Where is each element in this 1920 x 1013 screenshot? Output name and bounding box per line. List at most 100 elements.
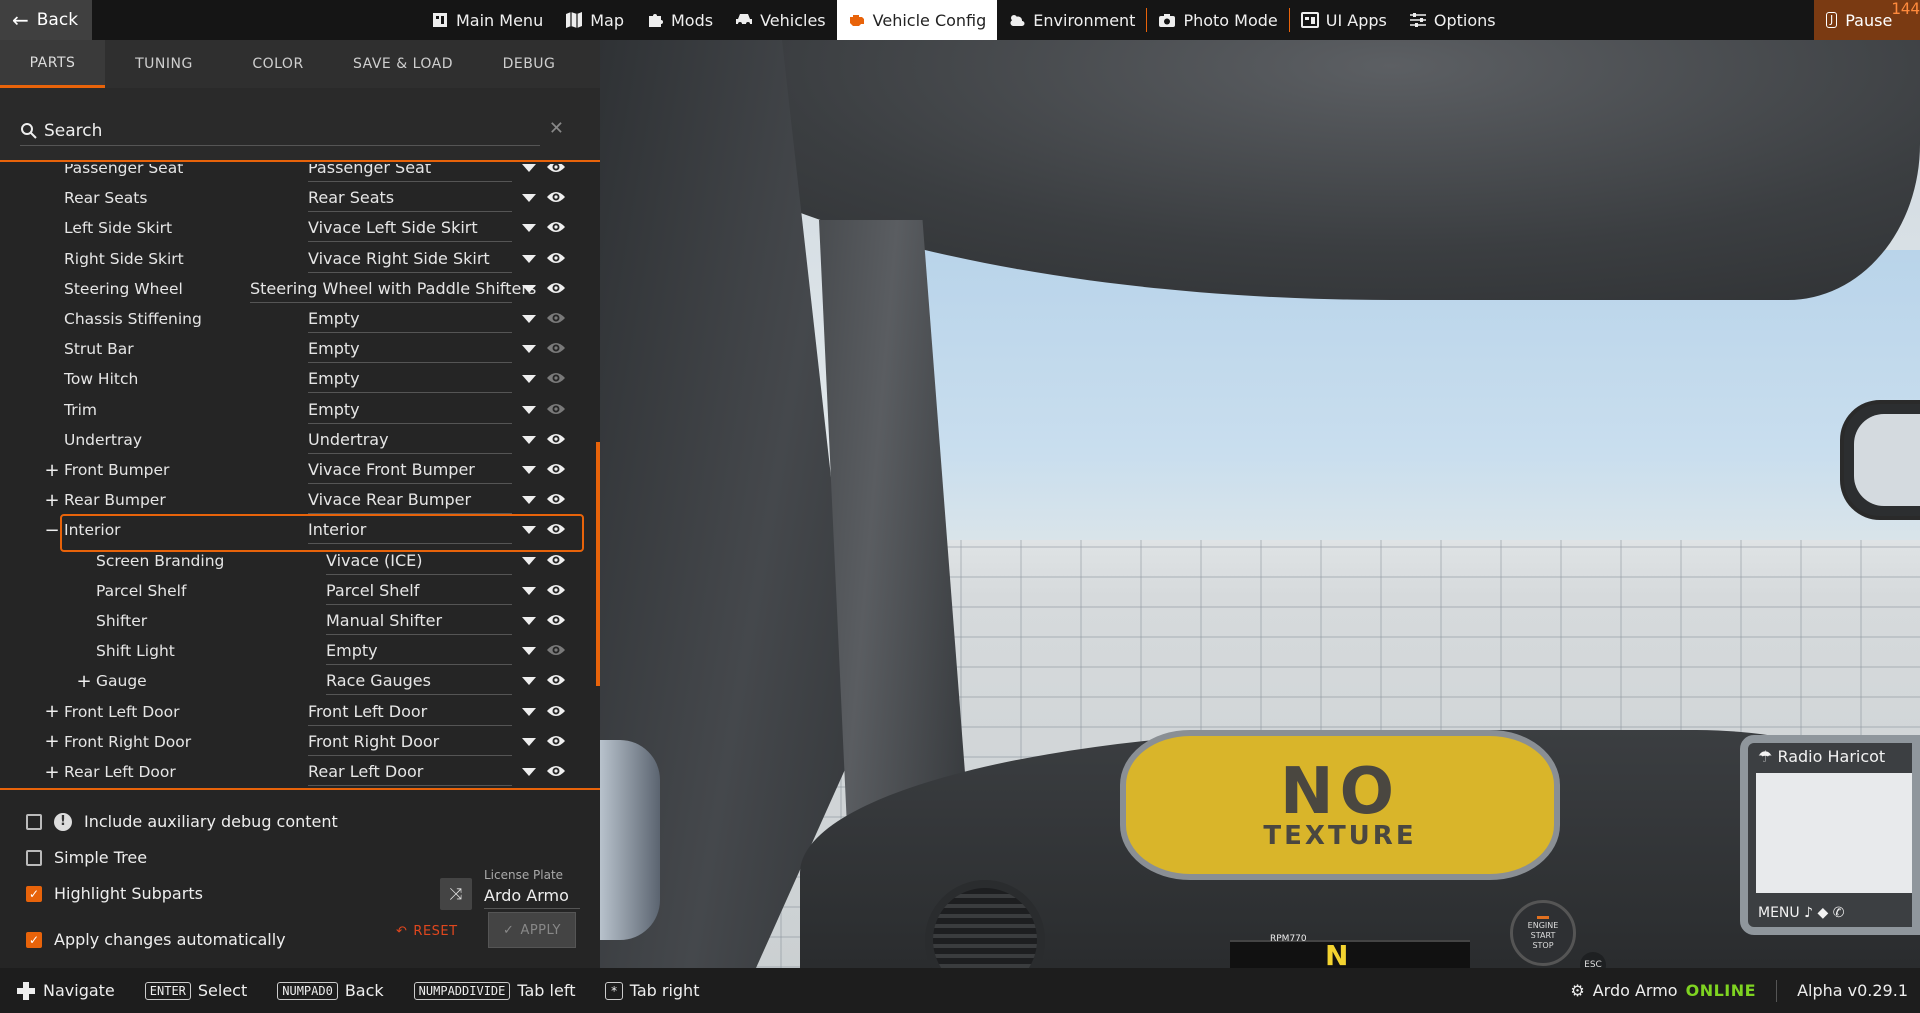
reset-button[interactable]: ↶ RESET [396, 924, 458, 939]
tab-tuning[interactable]: TUNING [105, 40, 223, 88]
visibility-eye-icon[interactable] [546, 401, 566, 417]
dropdown-caret-icon[interactable] [522, 315, 536, 323]
dropdown-caret-icon[interactable] [522, 647, 536, 656]
part-row[interactable]: + Front Bumper Vivace Front Bumper [0, 455, 590, 485]
visibility-eye-icon[interactable] [546, 521, 566, 537]
dropdown-caret-icon[interactable] [522, 677, 536, 686]
part-select[interactable]: Front Left Door [308, 698, 512, 726]
part-row[interactable]: Strut Bar Empty [0, 334, 590, 364]
visibility-eye-icon[interactable] [546, 733, 566, 749]
part-row[interactable]: Trim Empty [0, 395, 590, 425]
part-select[interactable]: Empty [326, 637, 512, 666]
visibility-eye-icon[interactable] [546, 491, 566, 507]
part-select[interactable]: Rear Seats [308, 184, 512, 213]
visibility-eye-icon[interactable] [546, 461, 566, 477]
visibility-eye-icon[interactable] [546, 250, 566, 266]
visibility-eye-icon[interactable] [546, 370, 566, 386]
dropdown-caret-icon[interactable] [522, 768, 536, 776]
part-select[interactable]: Passenger Seat [308, 164, 512, 182]
part-select[interactable]: Steering Wheel with Paddle Shifters [250, 275, 536, 303]
apply-button[interactable]: ✓ APPLY [488, 912, 576, 948]
highlight-subparts-checkbox[interactable]: ✓ [26, 885, 42, 902]
part-row[interactable]: Steering Wheel Steering Wheel with Paddle… [0, 274, 590, 304]
part-select[interactable]: Rear Left Door [308, 758, 512, 786]
expand-icon[interactable]: + [44, 762, 60, 783]
part-row[interactable]: Parcel Shelf Parcel Shelf [0, 576, 590, 606]
aux-debug-option[interactable]: ! Include auxiliary debug content [26, 812, 338, 831]
dropdown-caret-icon[interactable] [522, 526, 536, 535]
part-select[interactable]: Vivace Front Bumper [308, 456, 512, 484]
part-row[interactable]: Left Side Skirt Vivace Left Side Skirt [0, 213, 590, 243]
part-select[interactable]: Empty [308, 396, 512, 424]
visibility-eye-icon[interactable] [546, 763, 566, 779]
dropdown-caret-icon[interactable] [522, 586, 536, 595]
visibility-eye-icon[interactable] [546, 582, 566, 598]
part-row[interactable]: Passenger Seat Passenger Seat [0, 164, 590, 183]
part-select[interactable]: Vivace Left Side Skirt [308, 214, 512, 243]
dropdown-caret-icon[interactable] [522, 556, 536, 565]
visibility-eye-icon[interactable] [546, 552, 566, 568]
dropdown-caret-icon[interactable] [522, 284, 536, 293]
dropdown-caret-icon[interactable] [522, 194, 536, 203]
expand-icon[interactable]: + [76, 671, 92, 692]
search-input[interactable]: Search [20, 116, 540, 146]
visibility-eye-icon[interactable] [546, 189, 566, 205]
part-select[interactable]: Vivace Right Side Skirt [308, 245, 512, 273]
part-row[interactable]: Undertray Undertray [0, 425, 590, 455]
part-select[interactable]: Empty [308, 305, 512, 333]
expand-icon[interactable]: + [44, 490, 60, 511]
dropdown-caret-icon[interactable] [522, 345, 536, 354]
visibility-eye-icon[interactable] [546, 340, 566, 356]
dropdown-caret-icon[interactable] [522, 496, 536, 505]
clear-search-icon[interactable]: ✕ [549, 118, 564, 139]
dropdown-caret-icon[interactable] [522, 707, 536, 716]
part-select[interactable]: Empty [308, 365, 512, 394]
part-select[interactable]: Vivace (ICE) [326, 547, 512, 575]
visibility-eye-icon[interactable] [546, 310, 566, 326]
part-row[interactable]: + Gauge Race Gauges [0, 666, 590, 696]
nav-vehicles[interactable]: Vehicles [724, 0, 837, 40]
part-select[interactable]: Undertray [308, 426, 512, 454]
part-row[interactable]: − Interior Interior [0, 514, 590, 553]
part-select[interactable]: Interior [308, 516, 512, 545]
dropdown-caret-icon[interactable] [522, 405, 536, 414]
dropdown-caret-icon[interactable] [522, 737, 536, 746]
visibility-eye-icon[interactable] [546, 280, 566, 296]
part-select[interactable]: Manual Shifter [326, 607, 512, 635]
part-select[interactable]: Parcel Shelf [326, 577, 512, 605]
highlight-subparts-option[interactable]: ✓ Highlight Subparts [26, 884, 203, 903]
tab-color[interactable]: COLOR [223, 40, 333, 88]
visibility-eye-icon[interactable] [546, 164, 566, 175]
dropdown-caret-icon[interactable] [522, 617, 536, 625]
visibility-eye-icon[interactable] [546, 219, 566, 235]
part-select[interactable]: Empty [308, 335, 512, 364]
simple-tree-checkbox[interactable] [26, 849, 42, 866]
license-plate-input[interactable]: Ardo Armo [484, 886, 580, 909]
nav-map[interactable]: Map [554, 0, 635, 40]
nav-main-menu[interactable]: Main Menu [420, 0, 554, 40]
apply-auto-checkbox[interactable]: ✓ [26, 931, 42, 948]
dropdown-caret-icon[interactable] [522, 164, 536, 172]
nav-vehicle-config[interactable]: Vehicle Config [836, 0, 998, 40]
part-row[interactable]: Screen Branding Vivace (ICE) [0, 546, 590, 576]
dropdown-caret-icon[interactable] [522, 435, 536, 444]
part-select[interactable]: Front Right Door [308, 728, 512, 756]
collapse-icon[interactable]: − [44, 520, 60, 541]
parts-scrollbar[interactable] [596, 442, 600, 686]
nav-options[interactable]: Options [1398, 0, 1507, 40]
visibility-eye-icon[interactable] [546, 672, 566, 688]
apply-auto-option[interactable]: ✓ Apply changes automatically [26, 930, 286, 949]
expand-icon[interactable]: + [44, 460, 60, 481]
dropdown-caret-icon[interactable] [522, 224, 536, 233]
tab-debug[interactable]: DEBUG [473, 40, 585, 88]
nav-mods[interactable]: Mods [635, 0, 724, 40]
part-row[interactable]: Chassis Stiffening Empty [0, 304, 590, 334]
tab-parts[interactable]: PARTS [0, 40, 105, 88]
aux-debug-checkbox[interactable] [26, 813, 42, 830]
part-row[interactable]: + Rear Left Door Rear Left Door [0, 757, 590, 787]
part-row[interactable]: + Front Left Door Front Left Door [0, 697, 590, 727]
3d-viewport[interactable]: NO TEXTURE ☂ Radio Haricot MENU ♪ ◆ ✆ EN… [600, 40, 1920, 968]
nav-ui-apps[interactable]: UI Apps [1290, 0, 1398, 40]
visibility-eye-icon[interactable] [546, 703, 566, 719]
part-row[interactable]: Tow Hitch Empty [0, 364, 590, 394]
